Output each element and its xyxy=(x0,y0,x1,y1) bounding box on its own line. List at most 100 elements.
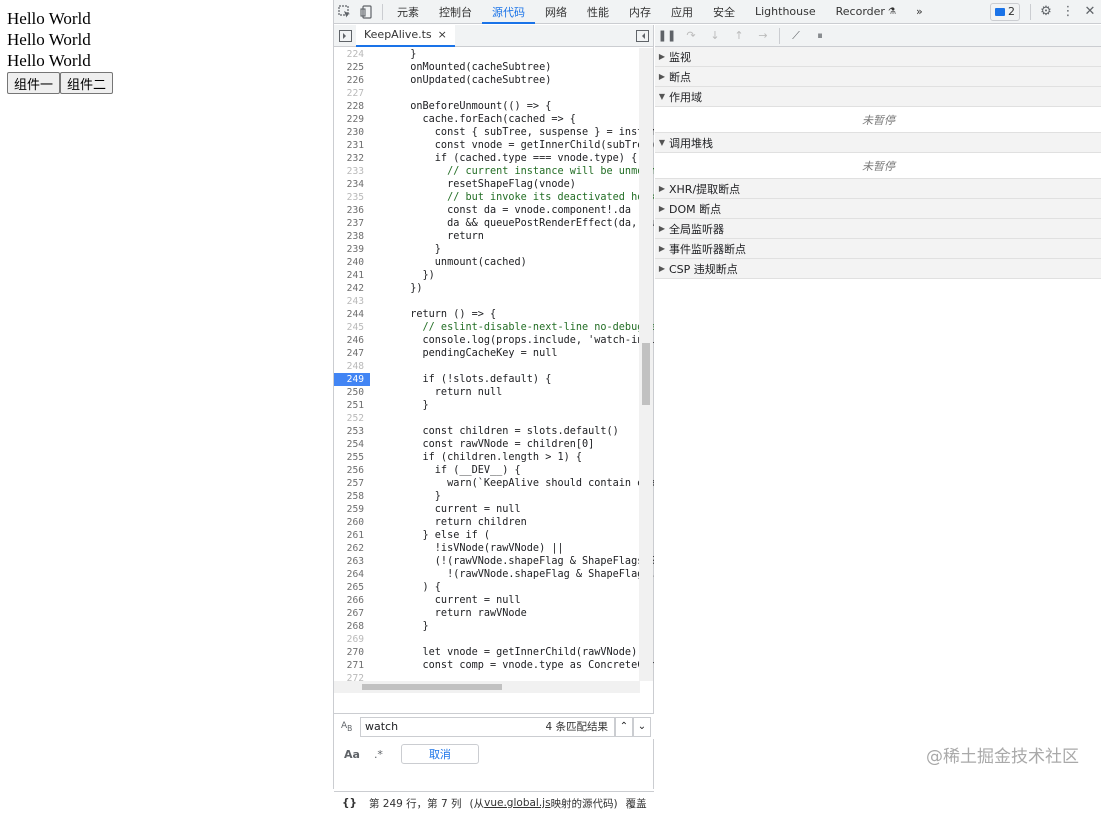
code-line[interactable]: 248 xyxy=(334,360,654,373)
code-line[interactable]: 260 return children xyxy=(334,516,654,529)
code-line[interactable]: 256 if (__DEV__) { xyxy=(334,464,654,477)
line-number[interactable]: 235 xyxy=(334,191,370,204)
line-number[interactable]: 229 xyxy=(334,113,370,126)
more-tabs-button[interactable]: » xyxy=(906,0,933,24)
line-number[interactable]: 267 xyxy=(334,607,370,620)
pause-icon[interactable]: ❚❚ xyxy=(655,25,679,47)
toggle-navigator-icon[interactable] xyxy=(334,25,356,47)
line-number[interactable]: 269 xyxy=(334,633,370,646)
search-input[interactable]: watch 4 条匹配结果 xyxy=(360,716,615,737)
tab-console[interactable]: 控制台 xyxy=(429,0,482,24)
line-number[interactable]: 238 xyxy=(334,230,370,243)
code-line[interactable]: 239 } xyxy=(334,243,654,256)
line-number[interactable]: 240 xyxy=(334,256,370,269)
code-line[interactable]: 261 } else if ( xyxy=(334,529,654,542)
code-line[interactable]: 249 if (!slots.default) { xyxy=(334,373,654,386)
tab-performance[interactable]: 性能 xyxy=(577,0,619,24)
close-tab-icon[interactable]: × xyxy=(438,28,447,41)
line-number[interactable]: 264 xyxy=(334,568,370,581)
line-number[interactable]: 242 xyxy=(334,282,370,295)
line-number[interactable]: 228 xyxy=(334,100,370,113)
regex-toggle[interactable]: .* xyxy=(374,748,383,761)
line-number[interactable]: 250 xyxy=(334,386,370,399)
breakpoint-line-number[interactable]: 249 xyxy=(334,373,370,386)
line-number[interactable]: 237 xyxy=(334,217,370,230)
line-number[interactable]: 258 xyxy=(334,490,370,503)
line-number[interactable]: 244 xyxy=(334,308,370,321)
line-number[interactable]: 224 xyxy=(334,48,370,61)
tab-application[interactable]: 应用 xyxy=(661,0,703,24)
code-line[interactable]: 257 warn(`KeepAlive should contain exa xyxy=(334,477,654,490)
replace-toggle-icon[interactable]: AB xyxy=(341,721,352,733)
code-line[interactable]: 267 return rawVNode xyxy=(334,607,654,620)
code-line[interactable]: 241 }) xyxy=(334,269,654,282)
line-number[interactable]: 251 xyxy=(334,399,370,412)
match-case-toggle[interactable]: Aa xyxy=(344,748,360,761)
code-line[interactable]: 240 unmount(cached) xyxy=(334,256,654,269)
code-line[interactable]: 228 onBeforeUnmount(() => { xyxy=(334,100,654,113)
search-prev-button[interactable]: ⌃ xyxy=(615,716,633,737)
code-line[interactable]: 236 const da = vnode.component!.da xyxy=(334,204,654,217)
code-line[interactable]: 226 onUpdated(cacheSubtree) xyxy=(334,74,654,87)
line-number[interactable]: 239 xyxy=(334,243,370,256)
tab-lighthouse[interactable]: Lighthouse xyxy=(745,0,826,24)
line-number[interactable]: 257 xyxy=(334,477,370,490)
code-line[interactable]: 269 xyxy=(334,633,654,646)
close-icon[interactable]: ✕ xyxy=(1079,0,1101,24)
code-line[interactable]: 234 resetShapeFlag(vnode) xyxy=(334,178,654,191)
code-line[interactable]: 238 return xyxy=(334,230,654,243)
code-line[interactable]: 259 current = null xyxy=(334,503,654,516)
line-number[interactable]: 233 xyxy=(334,165,370,178)
code-line[interactable]: 227 xyxy=(334,87,654,100)
code-line[interactable]: 252 xyxy=(334,412,654,425)
line-number[interactable]: 227 xyxy=(334,87,370,100)
code-line[interactable]: 237 da && queuePostRenderEffect(da, su xyxy=(334,217,654,230)
debugger-section-header[interactable]: ▶ 事件监听器断点 xyxy=(655,239,1101,259)
line-number[interactable]: 254 xyxy=(334,438,370,451)
line-number[interactable]: 232 xyxy=(334,152,370,165)
code-line[interactable]: 270 let vnode = getInnerChild(rawVNode) xyxy=(334,646,654,659)
scrollbar-thumb[interactable] xyxy=(362,684,502,690)
step-into-icon[interactable]: ↓ xyxy=(703,25,727,47)
line-number[interactable]: 246 xyxy=(334,334,370,347)
line-number[interactable]: 241 xyxy=(334,269,370,282)
component-one-button[interactable]: 组件一 xyxy=(7,72,61,94)
code-line[interactable]: 224 } xyxy=(334,48,654,61)
step-over-icon[interactable]: ↷ xyxy=(679,25,703,47)
pretty-print-icon[interactable]: {} xyxy=(342,797,357,809)
debugger-section-header[interactable]: ▶ CSP 违规断点 xyxy=(655,259,1101,279)
line-number[interactable]: 252 xyxy=(334,412,370,425)
code-line[interactable]: 229 cache.forEach(cached => { xyxy=(334,113,654,126)
code-line[interactable]: 253 const children = slots.default() xyxy=(334,425,654,438)
line-number[interactable]: 270 xyxy=(334,646,370,659)
code-line[interactable]: 225 onMounted(cacheSubtree) xyxy=(334,61,654,74)
pause-on-exceptions-icon[interactable]: ⏸ xyxy=(808,25,832,47)
line-number[interactable]: 230 xyxy=(334,126,370,139)
line-number[interactable]: 272 xyxy=(334,672,370,681)
deactivate-breakpoints-icon[interactable]: ⟋ xyxy=(784,25,808,47)
tab-memory[interactable]: 内存 xyxy=(619,0,661,24)
toggle-debugger-icon[interactable] xyxy=(631,25,653,47)
line-number[interactable]: 234 xyxy=(334,178,370,191)
line-number[interactable]: 266 xyxy=(334,594,370,607)
code-line[interactable]: 243 xyxy=(334,295,654,308)
step-icon[interactable]: → xyxy=(751,25,775,47)
code-line[interactable]: 255 if (children.length > 1) { xyxy=(334,451,654,464)
code-line[interactable]: 268 } xyxy=(334,620,654,633)
code-line[interactable]: 263 (!(rawVNode.shapeFlag & ShapeFlags.S xyxy=(334,555,654,568)
line-number[interactable]: 261 xyxy=(334,529,370,542)
line-number[interactable]: 255 xyxy=(334,451,370,464)
code-editor[interactable]: 224 } 225 onMounted(cacheSubtree) 226 onUp… xyxy=(334,48,654,681)
code-line[interactable]: 271 const comp = vnode.type as ConcreteC… xyxy=(334,659,654,672)
code-line[interactable]: 245 // eslint-disable-next-line no-debug… xyxy=(334,321,654,334)
tab-network[interactable]: 网络 xyxy=(535,0,577,24)
code-line[interactable]: 266 current = null xyxy=(334,594,654,607)
tab-elements[interactable]: 元素 xyxy=(387,0,429,24)
debugger-section-header[interactable]: ▶ 断点 xyxy=(655,67,1101,87)
line-number[interactable]: 268 xyxy=(334,620,370,633)
debugger-section-header[interactable]: ▶ 全局监听器 xyxy=(655,219,1101,239)
step-out-icon[interactable]: ↑ xyxy=(727,25,751,47)
scrollbar-thumb[interactable] xyxy=(642,343,650,405)
code-line[interactable]: 246 console.log(props.include, 'watch-in… xyxy=(334,334,654,347)
code-line[interactable]: 272 xyxy=(334,672,654,681)
